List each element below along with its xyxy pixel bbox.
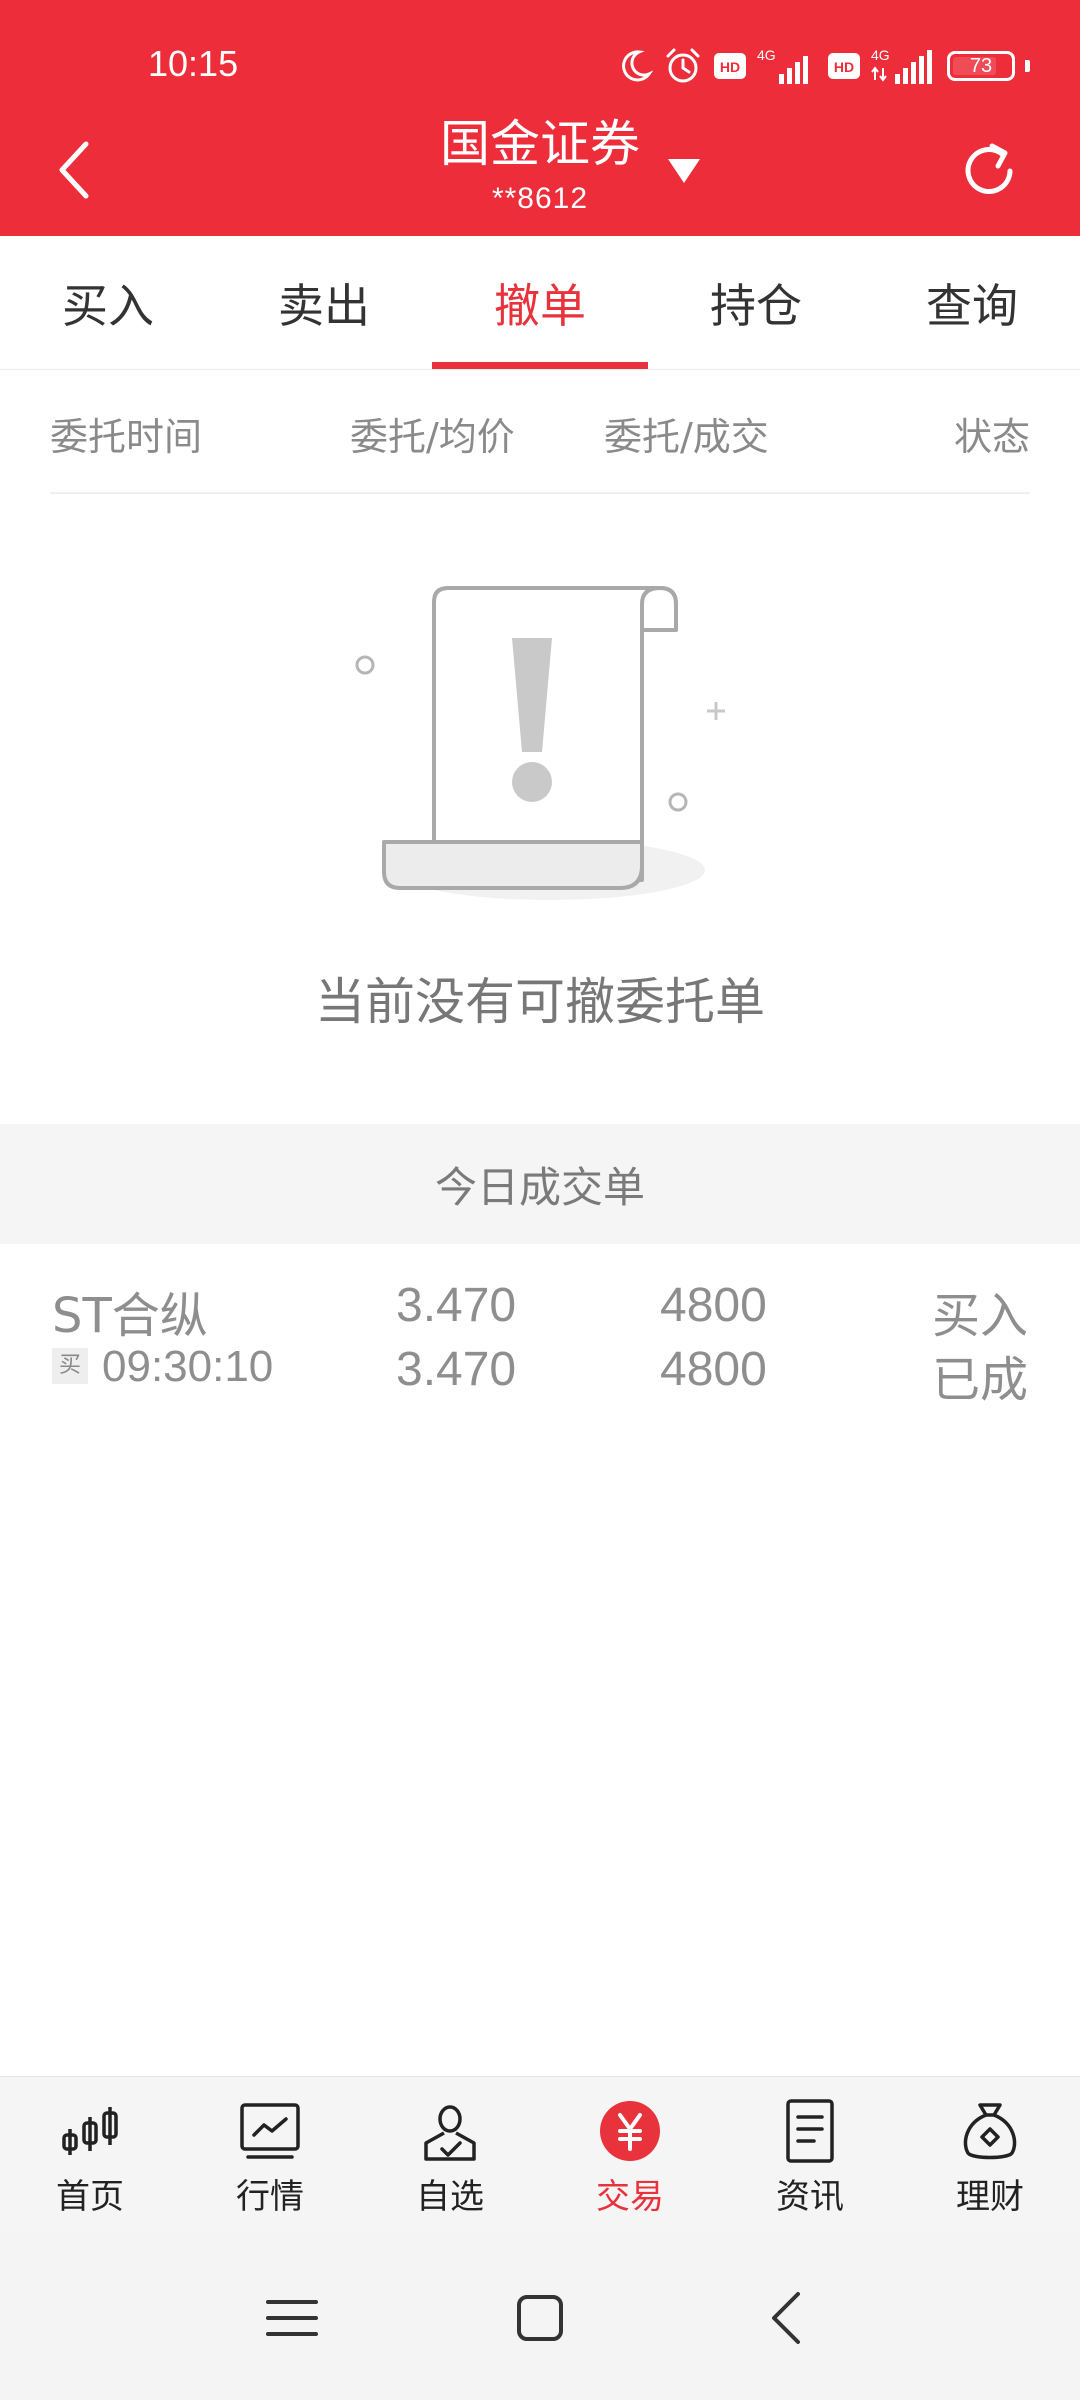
hd-label: HD — [720, 59, 740, 75]
nav-label: 交易 — [596, 2177, 664, 2217]
system-nav-bar — [0, 2232, 1080, 2400]
status-time: 10:15 — [148, 43, 239, 84]
battery-level: 73 — [969, 54, 993, 77]
buy-badge: 买 — [52, 1348, 88, 1384]
nav-label: 理财 — [956, 2177, 1024, 2217]
line-chart-icon — [240, 2103, 300, 2159]
recent-apps-icon[interactable] — [262, 2288, 322, 2348]
trade-tabs: 买入 卖出 撤单 持仓 查询 — [0, 236, 1080, 370]
battery-icon: 73 — [947, 51, 1015, 81]
trade-side: 买入 — [931, 1288, 1028, 1344]
network-label: 4G — [871, 47, 890, 63]
trade-time: 09:30:10 — [102, 1342, 274, 1391]
dropdown-triangle-icon[interactable] — [666, 155, 702, 185]
news-doc-icon — [786, 2099, 834, 2163]
nav-market[interactable]: 行情 — [180, 2077, 360, 2232]
nav-trade[interactable]: 交易 — [540, 2077, 720, 2232]
yen-coin-icon — [600, 2101, 660, 2161]
hd-icon: HD — [828, 53, 860, 79]
trade-row[interactable]: ST合纵 买 09:30:10 3.470 3.470 4800 4800 买入… — [52, 1270, 1028, 1410]
nav-watchlist[interactable]: 自选 — [360, 2077, 540, 2232]
column-order-quantity: 委托/成交 — [604, 415, 769, 459]
hd-label: HD — [834, 59, 854, 75]
column-order-time: 委托时间 — [50, 415, 203, 459]
tab-positions[interactable]: 持仓 — [648, 236, 864, 369]
order-quantity: 4800 — [660, 1279, 767, 1332]
signal-4g-icon: 4G — [757, 47, 808, 84]
header-bar: 10:15 HD 4G HD 4G 73 国金证券 **8612 — [0, 0, 1080, 236]
nav-news[interactable]: 资讯 — [720, 2077, 900, 2232]
tab-sell[interactable]: 卖出 — [216, 236, 432, 369]
bottom-nav: 首页 行情 自选 交易 资讯 理财 — [0, 2076, 1080, 2232]
do-not-disturb-icon — [622, 50, 653, 82]
user-check-icon — [424, 2105, 476, 2161]
nav-label: 自选 — [416, 2177, 484, 2217]
filled-quantity: 4800 — [660, 1343, 767, 1396]
refresh-icon[interactable] — [958, 140, 1020, 202]
signal-4g-icon: 4G — [871, 47, 932, 84]
stock-name: ST合纵 — [52, 1288, 208, 1344]
tab-cancel-order[interactable]: 撤单 — [432, 236, 648, 369]
trade-state: 已成 — [931, 1352, 1028, 1408]
money-bag-icon — [963, 2103, 1017, 2160]
nav-label: 行情 — [236, 2177, 304, 2217]
today-trades-header: 今日成交单 — [0, 1124, 1080, 1244]
hd-icon: HD — [714, 53, 746, 79]
status-icons: HD 4G HD 4G 73 — [617, 44, 1030, 88]
column-order-price: 委托/均价 — [350, 415, 515, 459]
network-label: 4G — [757, 47, 776, 63]
column-status: 状态 — [953, 415, 1030, 459]
tab-query[interactable]: 查询 — [864, 236, 1080, 369]
order-price: 3.470 — [396, 1279, 517, 1332]
nav-label: 资讯 — [776, 2177, 844, 2217]
alarm-icon — [666, 48, 700, 83]
nav-label: 首页 — [56, 2177, 124, 2217]
document-exclamation-icon — [355, 586, 725, 900]
nav-wealth[interactable]: 理财 — [900, 2077, 1080, 2232]
account-number[interactable]: **8612 — [0, 182, 1080, 216]
order-column-header: 委托时间 委托/均价 委托/成交 状态 — [50, 370, 1030, 494]
nav-home[interactable]: 首页 — [0, 2077, 180, 2232]
tab-buy[interactable]: 买入 — [0, 236, 216, 369]
empty-state-message: 当前没有可撤委托单 — [315, 973, 765, 1031]
candlestick-icon — [62, 2107, 118, 2155]
home-square-icon[interactable] — [510, 2288, 570, 2348]
average-price: 3.470 — [396, 1343, 517, 1396]
system-back-icon[interactable] — [758, 2288, 818, 2348]
broker-title[interactable]: 国金证券 — [0, 114, 1080, 174]
